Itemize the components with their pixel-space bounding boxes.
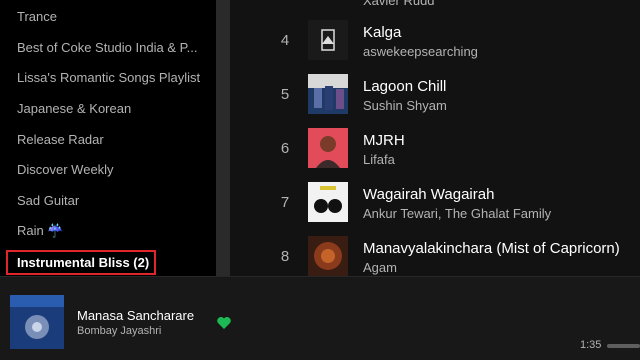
track-number: 7: [280, 194, 290, 211]
now-playing-artist[interactable]: Bombay Jayashri: [77, 325, 161, 337]
sidebar-playlist-coke-studio[interactable]: Best of Coke Studio India & P...: [17, 40, 213, 55]
track-row[interactable]: 4 Kalga aswekeepsearching: [230, 14, 640, 66]
now-playing-bar: Manasa Sancharare Bombay Jayashri 1:35: [0, 276, 640, 360]
track-row[interactable]: 6 MJRH Lifafa: [230, 122, 640, 174]
track-number: 4: [280, 32, 290, 49]
sidebar-playlist-rain[interactable]: Rain ☔: [17, 223, 213, 239]
track-row[interactable]: 8 Manavyalakinchara (Mist of Capricorn) …: [230, 230, 640, 282]
track-artist[interactable]: Ankur Tewari, The Ghalat Family: [363, 206, 551, 221]
progress-bar[interactable]: [607, 344, 640, 348]
track-artist[interactable]: Lifafa: [363, 152, 395, 167]
heart-icon[interactable]: [216, 315, 232, 331]
manavyalakinchara-cover-icon: [308, 236, 348, 276]
track-title[interactable]: Manavyalakinchara (Mist of Capricorn): [363, 240, 620, 257]
sidebar: Trance Best of Coke Studio India & P... …: [0, 0, 216, 276]
track-title[interactable]: Wagairah Wagairah: [363, 186, 494, 203]
track-title[interactable]: Kalga: [363, 24, 401, 41]
sidebar-scrollbar[interactable]: [216, 0, 230, 276]
selection-highlight-box: [6, 250, 156, 275]
now-playing-title[interactable]: Manasa Sancharare: [77, 308, 194, 323]
track-number: 8: [280, 248, 290, 265]
kalga-cover-icon: [308, 20, 348, 60]
sidebar-playlist-sad-guitar[interactable]: Sad Guitar: [17, 193, 213, 208]
sidebar-playlist-japanese-korean[interactable]: Japanese & Korean: [17, 101, 213, 116]
track-row[interactable]: 5 Lagoon Chill Sushin Shyam: [230, 68, 640, 120]
track-number: 6: [280, 140, 290, 157]
track-artist[interactable]: Sushin Shyam: [363, 98, 447, 113]
track-title[interactable]: MJRH: [363, 132, 405, 149]
sidebar-playlist-trance[interactable]: Trance: [17, 9, 213, 24]
wagairah-cover-icon: [308, 182, 348, 222]
sidebar-playlist-discover-weekly[interactable]: Discover Weekly: [17, 162, 213, 177]
track-title[interactable]: Lagoon Chill: [363, 78, 446, 95]
track-artist[interactable]: Agam: [363, 260, 397, 275]
sidebar-playlist-lissas-romantic[interactable]: Lissa's Romantic Songs Playlist: [17, 70, 213, 85]
mjrh-cover-icon: [308, 128, 348, 168]
partial-track-artist: Xavier Rudd: [363, 0, 435, 8]
track-artist[interactable]: aswekeepsearching: [363, 44, 478, 59]
elapsed-time: 1:35: [580, 339, 602, 351]
tracklist: Xavier Rudd 4 Kalga aswekeepsearching 5 …: [230, 0, 640, 276]
track-number: 5: [280, 86, 290, 103]
track-row[interactable]: 7 Wagairah Wagairah Ankur Tewari, The Gh…: [230, 176, 640, 228]
lagoon-chill-cover-icon: [308, 74, 348, 114]
sidebar-playlist-release-radar[interactable]: Release Radar: [17, 132, 213, 147]
now-playing-cover-icon[interactable]: [10, 295, 64, 349]
